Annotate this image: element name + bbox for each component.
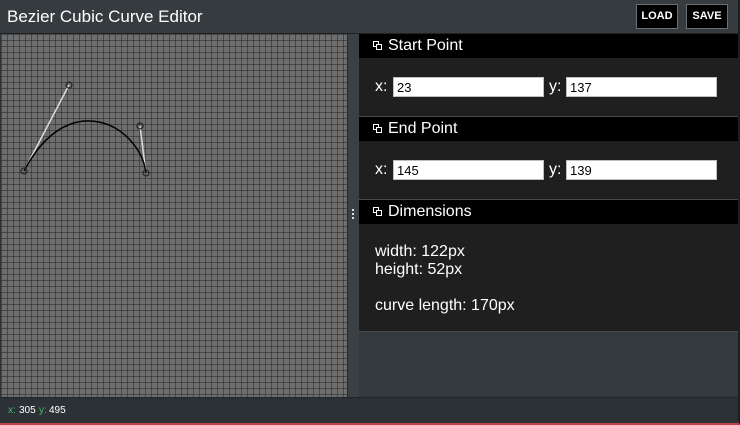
collapse-icon[interactable] [373, 124, 382, 133]
cursor-x-value: 305 [19, 405, 36, 416]
start-x-label: x: [375, 78, 388, 95]
cursor-y-value: 495 [49, 405, 66, 416]
end-y-input[interactable] [566, 160, 717, 180]
start-point-header[interactable]: Start Point [359, 34, 738, 58]
panel-splitter[interactable] [347, 34, 359, 397]
end-y-label: y: [549, 161, 562, 178]
start-x-input[interactable] [393, 77, 544, 97]
properties-panel: Start Point x: y: End Point x: y: [359, 34, 738, 397]
app-title: Bezier Cubic Curve Editor [7, 7, 203, 26]
curve-svg[interactable] [1, 34, 347, 397]
grip-icon[interactable] [352, 209, 354, 221]
height-value: height: 52px [375, 261, 463, 278]
width-value: width: 122px [375, 243, 465, 260]
start-y-input[interactable] [566, 77, 717, 97]
collapse-icon[interactable] [373, 41, 382, 50]
start-point-section: x: y: [359, 58, 738, 117]
end-x-input[interactable] [393, 160, 544, 180]
dimensions-header[interactable]: Dimensions [359, 200, 738, 224]
bezier-curve [23, 120, 147, 174]
curve-canvas[interactable] [1, 34, 347, 397]
start-point-title: Start Point [388, 37, 463, 54]
dimensions-title: Dimensions [388, 203, 472, 220]
title-bar: Bezier Cubic Curve Editor LOAD SAVE [0, 0, 738, 34]
collapse-icon[interactable] [373, 207, 382, 216]
start-y-label: y: [549, 78, 562, 95]
save-button[interactable]: SAVE [686, 4, 728, 29]
curve-length-value: curve length: 170px [375, 297, 515, 314]
dimensions-section: width: 122px height: 52px curve length: … [359, 224, 738, 332]
cursor-x-label: x: [8, 405, 16, 416]
editor-window: Bezier Cubic Curve Editor LOAD SAVE Star… [0, 0, 740, 425]
load-button[interactable]: LOAD [636, 4, 678, 29]
status-bar: x: 305 y: 495 [0, 397, 738, 423]
end-point-section: x: y: [359, 141, 738, 200]
cursor-y-label: y: [39, 405, 47, 416]
end-point-title: End Point [388, 120, 458, 137]
end-point-header[interactable]: End Point [359, 117, 738, 141]
end-x-label: x: [375, 161, 388, 178]
